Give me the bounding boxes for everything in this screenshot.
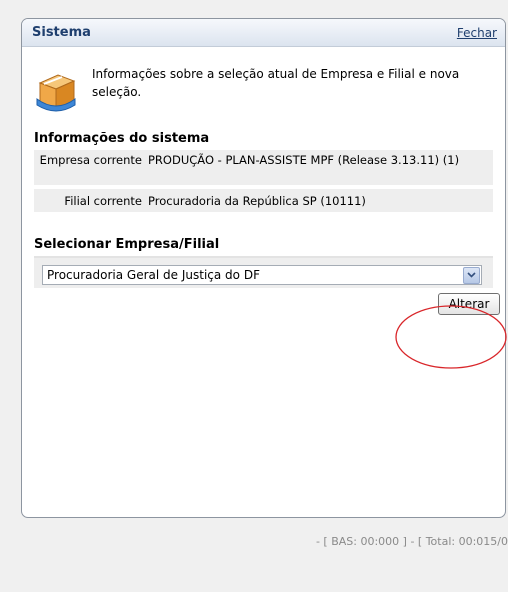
close-link[interactable]: Fechar	[457, 26, 497, 40]
panel-title: Sistema	[32, 25, 91, 40]
chevron-down-icon[interactable]	[463, 266, 480, 284]
branch-value: Procuradoria da República SP (10111)	[148, 194, 366, 208]
company-branch-select[interactable]: Procuradoria Geral de Justiça do DF	[42, 265, 482, 285]
select-area: Procuradoria Geral de Justiça do DF	[34, 258, 493, 288]
panel-header: Sistema Fechar	[22, 19, 505, 47]
select-value: Procuradoria Geral de Justiça do DF	[47, 268, 260, 282]
system-info-table: Empresa corrente PRODUÇÃO - PLAN-ASSISTE…	[34, 150, 493, 213]
highlight-circle	[395, 305, 507, 369]
branch-label: Filial corrente	[64, 194, 142, 208]
status-footer: - [ BAS: 00:000 ] - [ Total: 00:015/0	[315, 535, 508, 548]
system-info-heading: Informações do sistema	[34, 131, 210, 146]
info-row-company: Empresa corrente PRODUÇÃO - PLAN-ASSISTE…	[34, 150, 493, 186]
package-box-icon	[36, 74, 76, 112]
system-panel: Sistema Fechar Informações sobre a seleç…	[21, 18, 506, 518]
intro-block: Informações sobre a seleção atual de Emp…	[22, 47, 505, 131]
company-value: PRODUÇÃO - PLAN-ASSISTE MPF (Release 3.1…	[148, 153, 460, 167]
intro-text: Informações sobre a seleção atual de Emp…	[92, 67, 460, 99]
select-heading: Selecionar Empresa/Filial	[34, 237, 220, 252]
info-row-branch: Filial corrente Procuradoria da Repúblic…	[34, 189, 493, 213]
page: Sistema Fechar Informações sobre a seleç…	[0, 0, 508, 592]
company-label: Empresa corrente	[39, 153, 142, 167]
